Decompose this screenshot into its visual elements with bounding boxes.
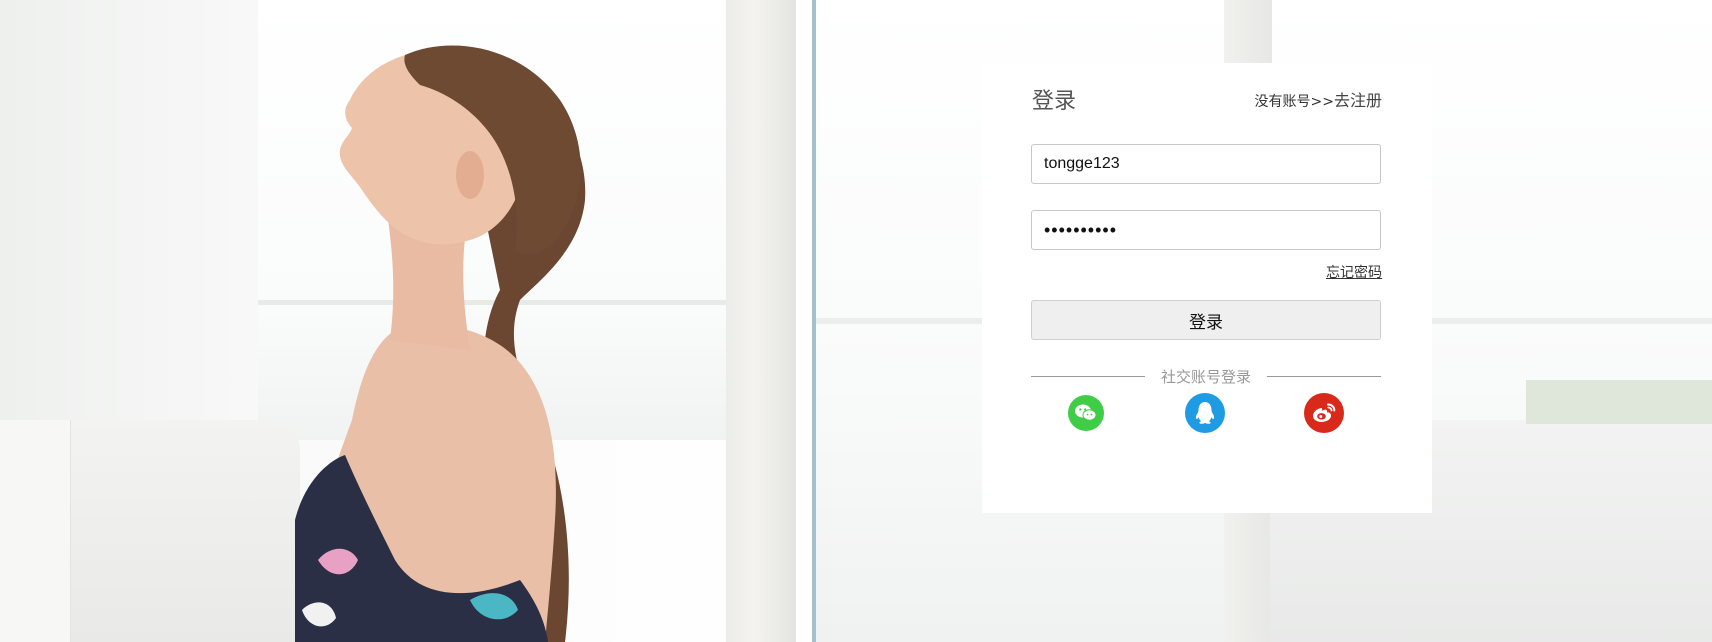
social-login-divider: 社交账号登录 [1031, 368, 1381, 386]
register-link-label: 去注册 [1333, 91, 1382, 110]
wechat-login-button[interactable] [1068, 395, 1104, 431]
woman-figure [295, 45, 586, 642]
login-button[interactable]: 登录 [1031, 300, 1381, 340]
login-page: 登录 没有账号>>去注册 忘记密码 登录 社交账号登录 [0, 0, 1712, 642]
login-panel: 登录 没有账号>>去注册 忘记密码 登录 社交账号登录 [982, 63, 1432, 513]
register-link[interactable]: 没有账号>>去注册 [1255, 87, 1382, 111]
background-photo [0, 0, 1712, 642]
weibo-login-button[interactable] [1304, 393, 1344, 433]
qq-penguin-icon [1195, 402, 1215, 424]
username-input[interactable] [1031, 144, 1381, 184]
weibo-icon [1312, 403, 1336, 422]
password-input[interactable] [1031, 210, 1381, 250]
login-title: 登录 [1032, 89, 1077, 114]
forgot-password-link[interactable]: 忘记密码 [1326, 262, 1382, 282]
qq-login-button[interactable] [1185, 393, 1225, 433]
wechat-icon [1075, 404, 1097, 421]
register-prefix: 没有账号>> [1254, 94, 1334, 110]
social-login-label: 社交账号登录 [1160, 368, 1251, 386]
